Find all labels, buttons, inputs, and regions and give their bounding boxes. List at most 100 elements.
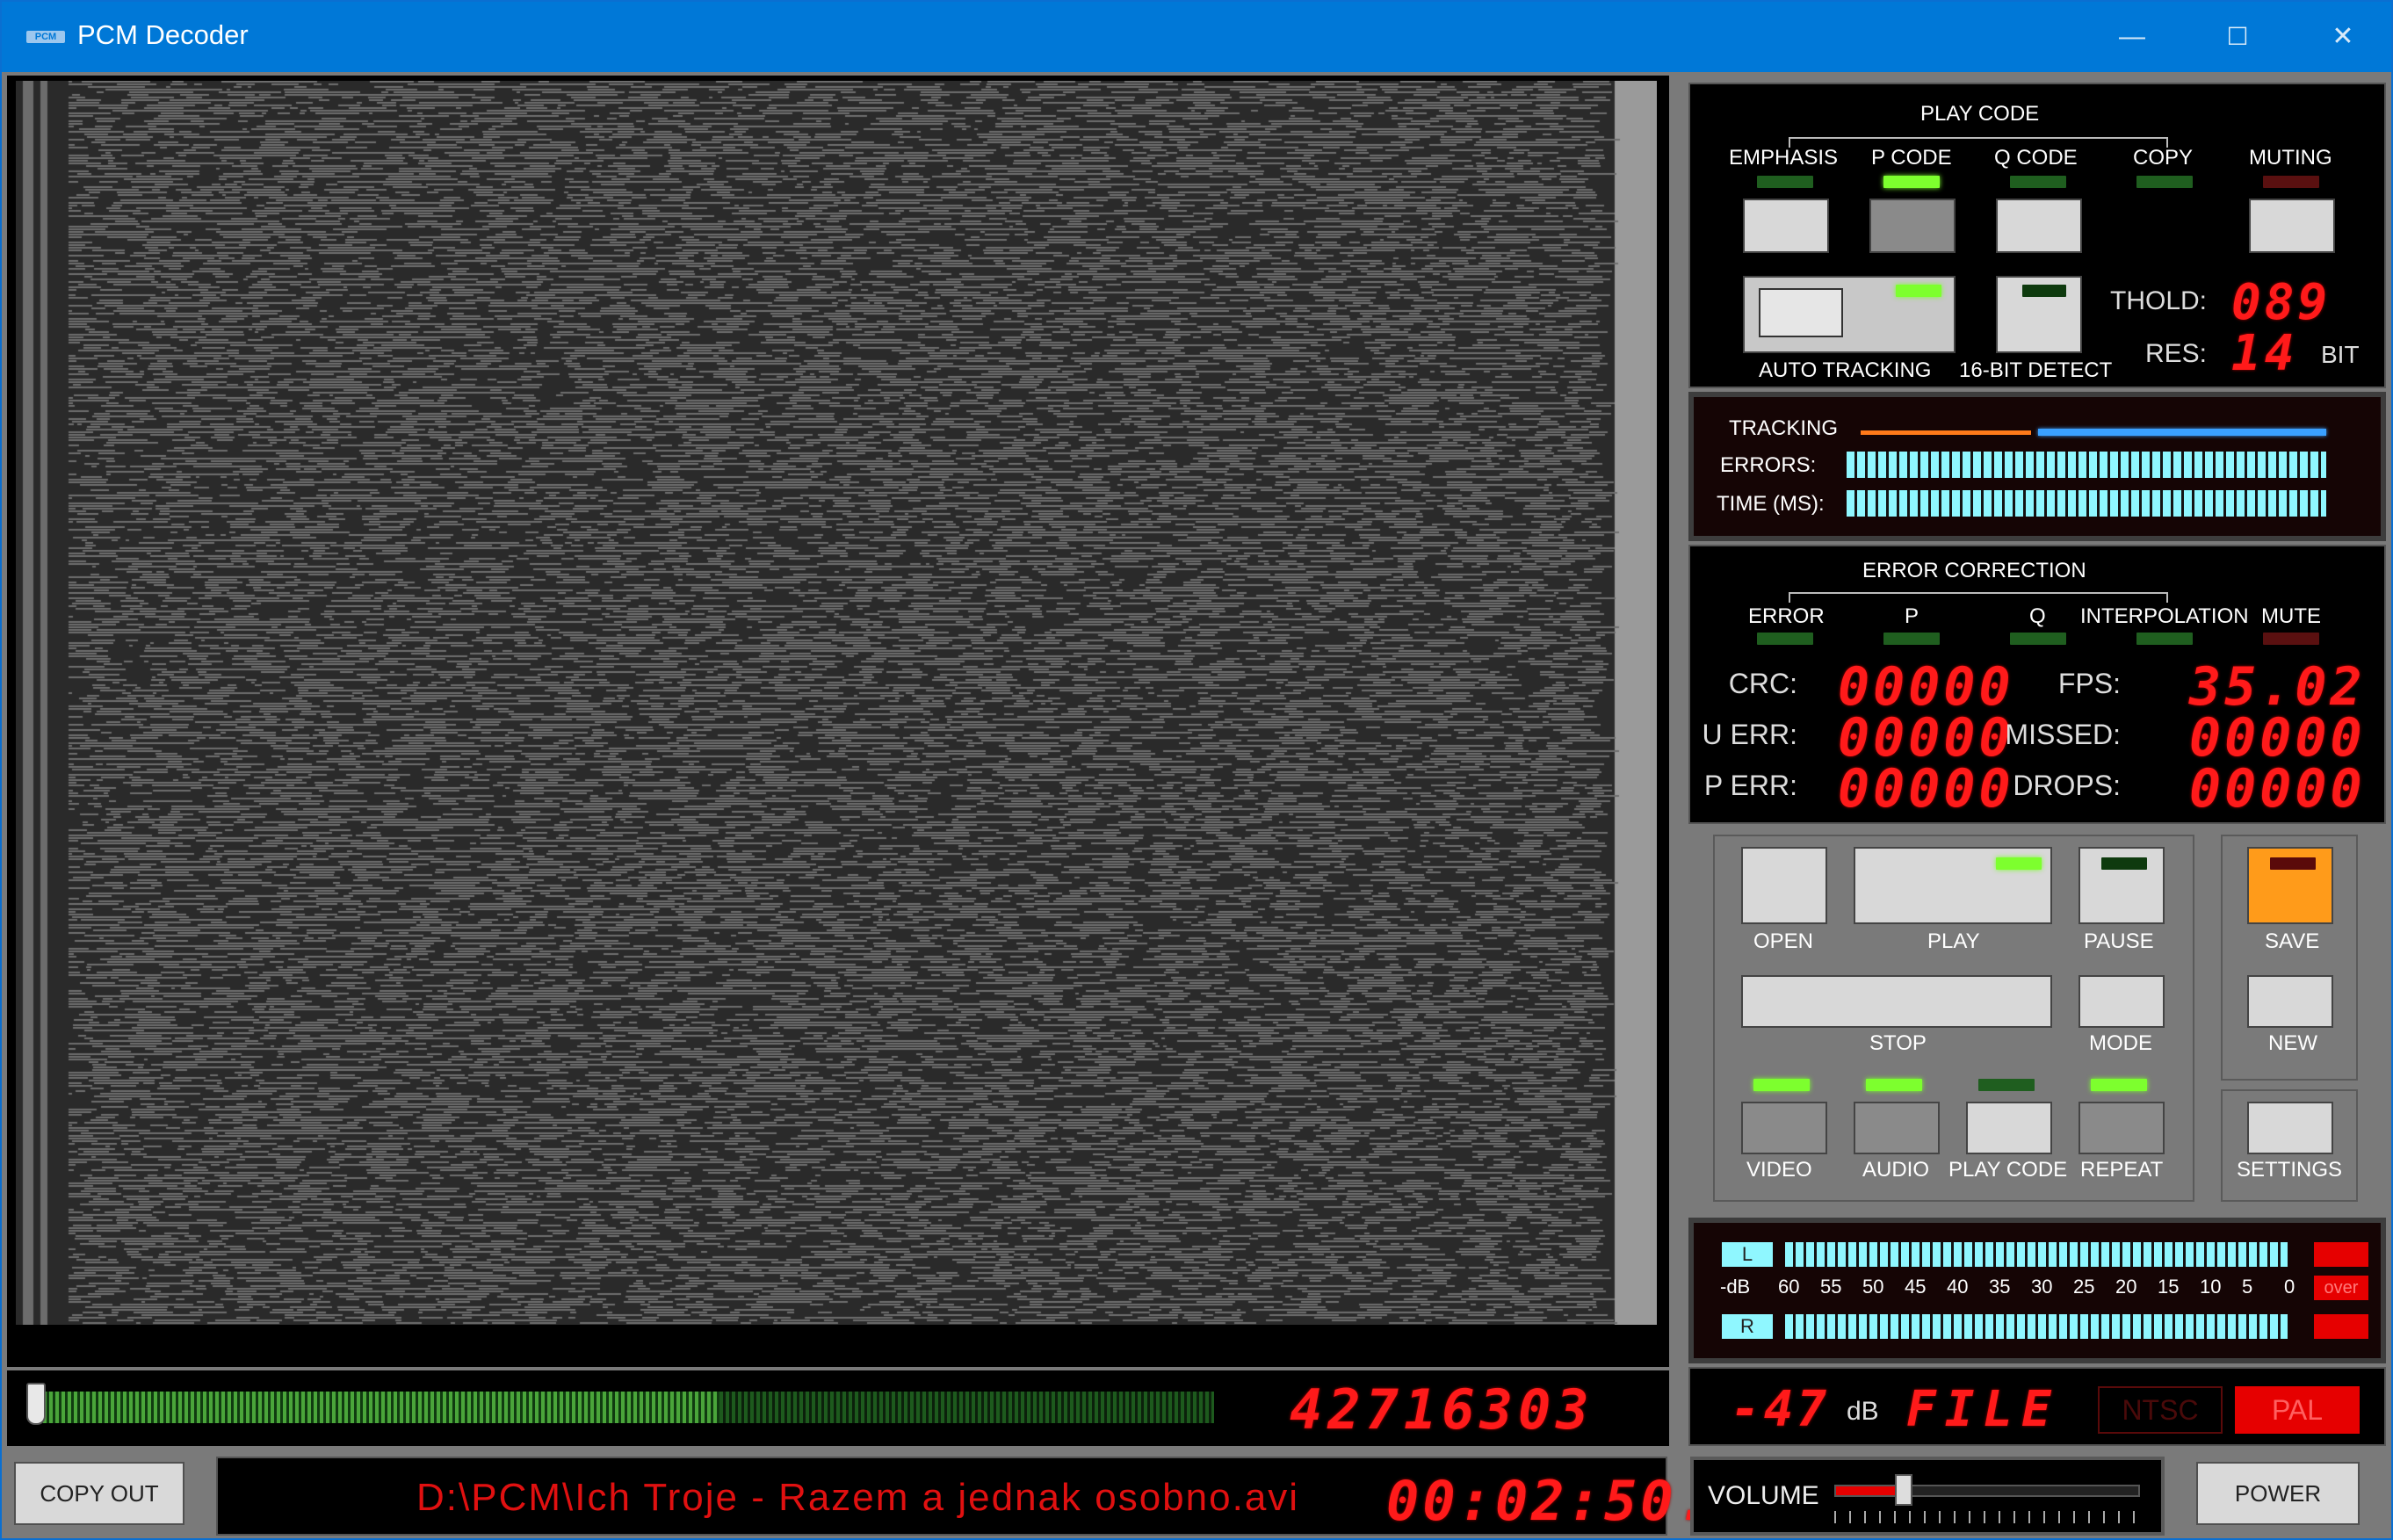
tracking-panel: TRACKING ERRORS: TIME (MS):: [1688, 392, 2386, 541]
db-scale-tick: 10: [2200, 1276, 2222, 1298]
maximize-button[interactable]: ☐: [2189, 2, 2286, 72]
play-led: [1996, 857, 2042, 870]
db-scale-tick: 15: [2158, 1276, 2180, 1298]
play-code-toggle[interactable]: [1966, 1102, 2052, 1154]
p-code-label: P CODE: [1871, 146, 1952, 170]
tracking-orange-line: [1861, 430, 2031, 435]
mode-button[interactable]: [2079, 975, 2165, 1028]
close-button[interactable]: ✕: [2295, 2, 2391, 72]
detect-16bit-button[interactable]: [1996, 276, 2082, 353]
vu-left-label: L: [1722, 1242, 1773, 1267]
db-scale: -dB 60 55 50 45 40 35 30 25 20 15 10 5 0: [1720, 1276, 2317, 1302]
db-scale-tick: 30: [2031, 1276, 2053, 1298]
ec-error-led: [1757, 633, 1813, 645]
repeat-toggle[interactable]: [2079, 1102, 2165, 1154]
ec-interpolation-led: [2136, 633, 2193, 645]
db-unit: dB: [1847, 1397, 1879, 1426]
pause-led: [2101, 857, 2147, 870]
uerr-value: 00000: [1838, 707, 2014, 769]
pal-indicator: PAL: [2235, 1386, 2360, 1434]
audio-toggle[interactable]: [1854, 1102, 1940, 1154]
stop-label: STOP: [1869, 1031, 1927, 1055]
error-correction-panel: ERROR CORRECTION ERROR P Q INTERPOLATION…: [1688, 545, 2386, 824]
open-button[interactable]: [1741, 847, 1827, 924]
pcm-decoder-window: PCM PCM Decoder — ☐ ✕ 42716303 PLAY CODE…: [0, 0, 2393, 1540]
settings-panel: SETTINGS: [2221, 1089, 2358, 1202]
detect-16bit-led: [2022, 285, 2066, 297]
play-button[interactable]: [1854, 847, 2052, 924]
save-led: [2270, 857, 2316, 870]
minimize-button[interactable]: —: [2084, 2, 2180, 72]
vu-left-meter: [1785, 1242, 2288, 1267]
muting-led: [2263, 176, 2319, 188]
muting-button[interactable]: [2249, 199, 2335, 253]
play-code-led: [1978, 1079, 2035, 1091]
copy-led: [2136, 176, 2193, 188]
play-label: PLAY: [1927, 929, 1980, 953]
muting-label: MUTING: [2249, 146, 2332, 170]
uerr-label: U ERR:: [1702, 719, 1797, 750]
repeat-led: [2091, 1079, 2147, 1091]
detect-16bit-label: 16-BIT DETECT: [1959, 358, 2113, 382]
emphasis-label: EMPHASIS: [1729, 146, 1839, 170]
seek-remaining: [719, 1392, 1214, 1423]
vu-right-label: R: [1722, 1314, 1773, 1339]
over-indicator: over: [2314, 1276, 2368, 1300]
perr-label: P ERR:: [1703, 770, 1797, 801]
video-led: [1753, 1079, 1810, 1091]
pause-button[interactable]: [2079, 847, 2165, 924]
db-scale-tick: 40: [1947, 1276, 1969, 1298]
video-display: [7, 76, 1669, 1367]
pcm-noise-image: [16, 81, 1657, 1325]
transport-panel: OPEN PLAY PAUSE STOP MODE VIDEO AUDIO PL…: [1713, 835, 2194, 1202]
settings-button[interactable]: [2247, 1102, 2333, 1154]
volume-slider-handle[interactable]: [1894, 1474, 1912, 1506]
volume-track[interactable]: [1834, 1485, 2140, 1497]
level-db-value: -47: [1731, 1381, 1831, 1438]
thold-value[interactable]: 089: [2231, 274, 2331, 331]
vu-meter-panel: L -dB 60 55 50 45 40 35 30 25 20 15 10 5 0 over R: [1688, 1218, 2386, 1363]
repeat-label: REPEAT: [2080, 1158, 2164, 1182]
save-button[interactable]: [2247, 847, 2333, 924]
file-info-panel: D:\PCM\Ich Troje - Razem a jednak osobno…: [216, 1457, 1746, 1536]
volume-label: VOLUME: [1708, 1481, 1819, 1510]
thold-label: THOLD:: [2110, 286, 2208, 315]
volume-panel: VOLUME: [1690, 1457, 2165, 1536]
settings-label: SETTINGS: [2237, 1158, 2343, 1182]
new-button[interactable]: [2247, 975, 2333, 1028]
res-unit: BIT: [2321, 341, 2360, 368]
drops-label: DROPS:: [2013, 770, 2121, 801]
p-code-button[interactable]: [1869, 199, 1956, 253]
vu-right-meter: [1785, 1314, 2288, 1339]
error-correction-header: ERROR CORRECTION: [1862, 559, 2086, 582]
auto-tracking-toggle[interactable]: [1743, 276, 1956, 353]
copy-out-button[interactable]: COPY OUT: [14, 1462, 184, 1525]
ec-p-label: P: [1905, 604, 1919, 628]
db-scale-tick: 0: [2284, 1276, 2295, 1298]
seek-bar[interactable]: 42716303: [7, 1370, 1669, 1446]
db-scale-tick: 5: [2242, 1276, 2253, 1298]
open-label: OPEN: [1753, 929, 1814, 953]
ec-mute-label: MUTE: [2261, 604, 2321, 628]
seek-handle[interactable]: [26, 1383, 46, 1425]
video-toggle[interactable]: [1741, 1102, 1827, 1154]
play-code-bracket: [1789, 137, 2168, 148]
q-code-button[interactable]: [1996, 199, 2082, 253]
res-value[interactable]: 14: [2231, 325, 2297, 382]
save-panel: SAVE NEW: [2221, 835, 2358, 1081]
error-correction-bracket: [1789, 592, 2168, 603]
auto-tracking-label: AUTO TRACKING: [1759, 358, 1932, 382]
title-bar[interactable]: PCM PCM Decoder — ☐ ✕: [2, 2, 2391, 72]
db-scale-tick: 50: [1862, 1276, 1884, 1298]
errors-meter: [1847, 452, 2326, 478]
errors-label: ERRORS:: [1720, 453, 1817, 477]
time-ms-meter: [1847, 490, 2326, 517]
stop-button[interactable]: [1741, 975, 2052, 1028]
app-icon: PCM: [26, 31, 65, 43]
vu-left-over: [2314, 1242, 2368, 1267]
power-button[interactable]: POWER: [2196, 1462, 2360, 1525]
ec-error-label: ERROR: [1748, 604, 1825, 628]
db-scale-label: -dB: [1720, 1276, 1751, 1298]
emphasis-button[interactable]: [1743, 199, 1829, 253]
fps-value: 35.02: [2189, 656, 2366, 718]
